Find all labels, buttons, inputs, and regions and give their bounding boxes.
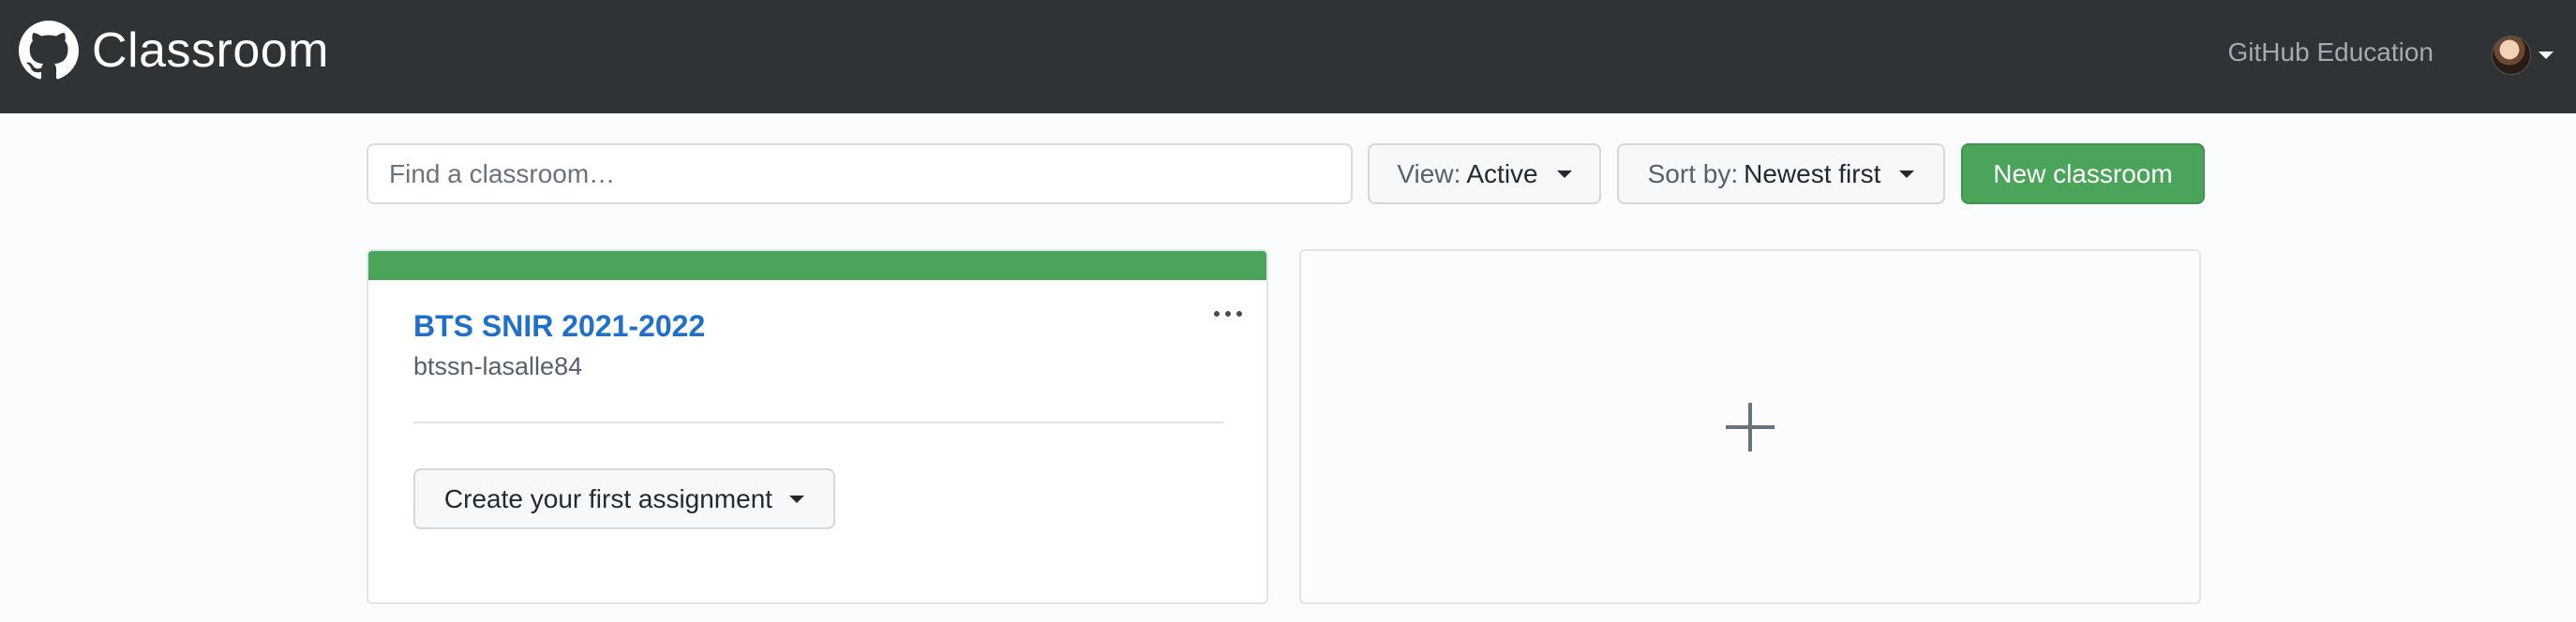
create-assignment-dropdown-button[interactable]: Create your first assignment bbox=[413, 468, 835, 529]
sort-dropdown[interactable]: Sort by: Newest first bbox=[1617, 143, 1945, 204]
classroom-card: BTS SNIR 2021-2022 btssn-lasalle84 Creat… bbox=[367, 249, 1268, 604]
kebab-dot bbox=[1214, 311, 1220, 317]
card-divider bbox=[413, 422, 1223, 423]
top-navigation-bar: Classroom GitHub Education bbox=[0, 0, 2576, 113]
view-filter-value: Active bbox=[1466, 158, 1538, 188]
new-classroom-card[interactable] bbox=[1299, 249, 2201, 604]
caret-down-icon bbox=[2539, 52, 2554, 59]
plus-icon bbox=[1726, 402, 1775, 452]
classroom-toolbar: View: Active Sort by: Newest first New c… bbox=[367, 143, 2205, 204]
github-education-link[interactable]: GitHub Education bbox=[2228, 37, 2434, 67]
sort-value: Newest first bbox=[1744, 158, 1881, 188]
view-filter-label: View: bbox=[1397, 158, 1461, 188]
classroom-home-link[interactable]: Classroom bbox=[19, 21, 329, 81]
find-classroom-search-input[interactable] bbox=[367, 143, 1353, 204]
kebab-dot bbox=[1225, 311, 1231, 317]
caret-down-icon bbox=[789, 495, 805, 503]
github-octocat-icon bbox=[19, 21, 79, 80]
new-classroom-button[interactable]: New classroom bbox=[1961, 143, 2205, 204]
create-assignment-label: Create your first assignment bbox=[443, 483, 773, 513]
user-menu[interactable] bbox=[2492, 36, 2554, 75]
classroom-title-link[interactable]: BTS SNIR 2021-2022 bbox=[413, 309, 705, 344]
caret-down-icon bbox=[1556, 170, 1572, 178]
classroom-organization: btssn-lasalle84 bbox=[413, 352, 583, 380]
kebab-menu-icon[interactable] bbox=[1210, 307, 1246, 320]
sort-label: Sort by: bbox=[1647, 158, 1739, 188]
brand-name: Classroom bbox=[92, 23, 329, 78]
view-filter-dropdown[interactable]: View: Active bbox=[1368, 143, 1601, 204]
card-accent-bar bbox=[368, 251, 1266, 280]
caret-down-icon bbox=[1899, 170, 1915, 178]
kebab-dot bbox=[1236, 311, 1242, 317]
user-avatar bbox=[2492, 36, 2531, 75]
